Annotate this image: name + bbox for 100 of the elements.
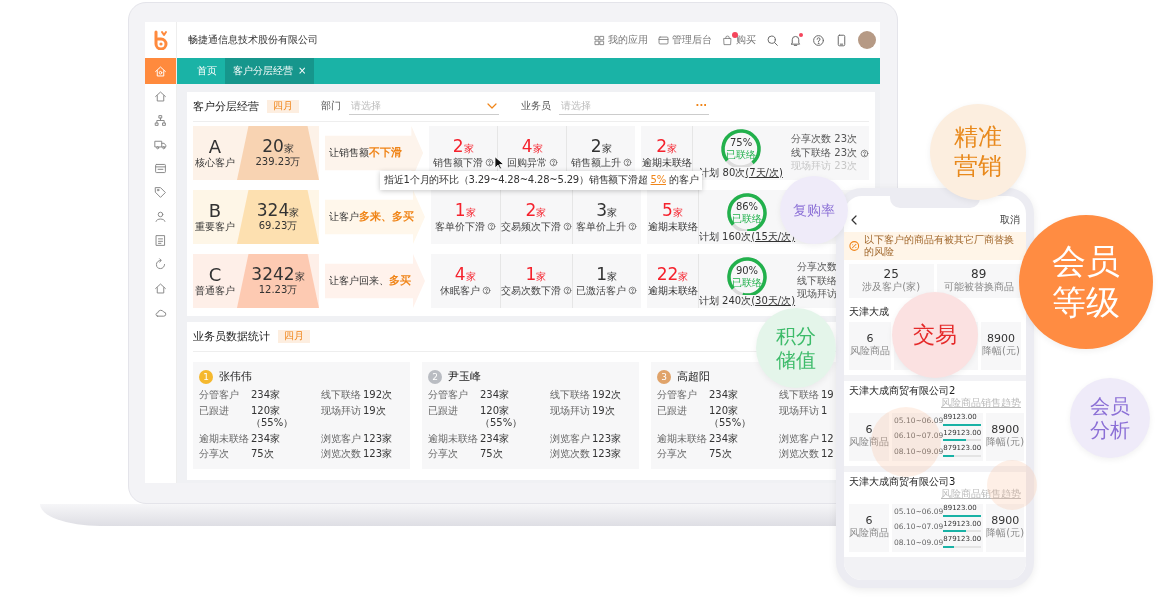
stat-label: 分享次: [199, 448, 230, 461]
tier-name: 核心客户: [195, 156, 235, 170]
stat-label: 分享次: [428, 448, 459, 461]
gauge-percent: 75%: [729, 137, 753, 149]
drop-value: 8900: [991, 424, 1020, 437]
stat-value: 89: [971, 268, 987, 282]
stat-value: 123家: [363, 432, 393, 445]
stat-label: 分管客户: [657, 389, 698, 402]
period-tag: 四月: [267, 100, 299, 113]
header-link[interactable]: 管理后台: [658, 33, 712, 47]
stat-label: 分享次: [657, 448, 688, 461]
stat-label: 现场拜访: [779, 404, 819, 418]
metric-label: 逾期未联络: [647, 220, 698, 234]
stat-label: 已跟进: [428, 404, 459, 418]
drop-value: 8900: [991, 515, 1020, 528]
stat-value: 192次: [592, 389, 622, 402]
stat-value: 234家: [251, 389, 282, 402]
metric-label: 交易频次下滑: [500, 220, 561, 234]
metric-label: 已激活客户: [576, 284, 627, 298]
filter-label: 业务员: [521, 100, 551, 113]
metric-value: 1家: [596, 264, 618, 284]
stat-label: 线下联络: [321, 389, 361, 402]
risk-label: 风险商品: [850, 345, 890, 358]
company-name: 天津大成: [849, 306, 889, 319]
stat-value: 234家: [709, 389, 740, 402]
metric-value: 4家: [454, 264, 476, 284]
amount-text: 12.23万: [258, 284, 298, 297]
rank-medal: 2: [428, 370, 442, 384]
stat-value: 120家（55%）: [709, 404, 753, 430]
stat-label: 逾期未联络: [428, 432, 478, 445]
select-field[interactable]: 请选择 ···: [559, 98, 709, 115]
stat-text: 分享次数: [797, 261, 837, 274]
tier-letter: C: [208, 264, 222, 285]
stat-value: 75次: [709, 448, 733, 461]
metric-value: 5家: [662, 200, 683, 220]
customer-count: 324家: [256, 201, 300, 221]
tier-name: 重要客户: [195, 220, 235, 234]
gauge-percent: 86%: [735, 201, 759, 213]
stat-value: 12: [821, 448, 834, 461]
metric-label: 交易次数下滑: [500, 284, 561, 298]
metric-label: 逾期未联络: [647, 284, 698, 298]
stat-label: 逾期未联络: [199, 432, 249, 445]
header-link[interactable]: 购买: [722, 33, 756, 47]
tab[interactable]: 客户分层经营 ×: [225, 58, 315, 84]
tier-name: 普通客户: [195, 284, 235, 298]
stat-value: 1: [821, 404, 829, 418]
stat-text: 线下联络: [797, 274, 837, 288]
stat-label: 可能被替换商品: [943, 281, 1014, 294]
stat-value: 75次: [251, 448, 275, 461]
stat-value: 120家（55%）: [480, 404, 524, 430]
metric-value: 4家: [521, 136, 543, 156]
stat-label: 线下联络: [550, 389, 590, 402]
filter-label: 部门: [321, 100, 341, 113]
plan-text: 计划 240次(30天/次): [698, 294, 796, 308]
risk-value: 6: [865, 515, 873, 528]
stat-text: 分享次数 23次: [791, 133, 857, 146]
stat-label: 已跟进: [657, 404, 688, 418]
stat-value: 192次: [363, 389, 393, 402]
risk-label: 风险商品: [849, 436, 889, 449]
close-button[interactable]: ×: [298, 64, 307, 78]
tab[interactable]: 首页: [189, 58, 225, 84]
company-name: 天津大成商贸有限公司2: [849, 384, 956, 397]
drop-label: 降幅(元): [986, 436, 1025, 449]
metric-label: 销售额上升: [570, 156, 621, 170]
feature-bubble: 会员 等级: [1019, 215, 1153, 349]
metric-label: 销售额下滑: [432, 156, 483, 170]
metric-value: 3家: [596, 200, 618, 220]
select-field[interactable]: 请选择: [349, 98, 499, 115]
stat-label: 现场拜访: [321, 404, 361, 418]
person-name: 张伟伟: [219, 370, 252, 384]
stat-value: 19次: [363, 404, 387, 418]
stat-value: 19: [821, 389, 834, 402]
stat-text: 现场拜访: [797, 288, 837, 301]
gauge-status: 已联络: [732, 276, 762, 289]
amount-text: 239.23万: [255, 156, 301, 169]
amount-text: 69.23万: [258, 220, 298, 233]
customer-count: 20家: [262, 137, 294, 157]
stat-label: 分管客户: [428, 389, 469, 402]
metric-label: 休眠客户: [439, 284, 480, 298]
metric-label: 客单价下滑: [434, 220, 485, 234]
period-tag: 四月: [278, 330, 310, 343]
header-link[interactable]: 我的应用: [594, 33, 648, 47]
metric-value: 22家: [656, 264, 689, 284]
stat-label: 逾期未联络: [657, 432, 707, 445]
stat-label: 涉及客户(家): [862, 281, 921, 294]
more-icon[interactable]: ···: [695, 99, 707, 113]
section-title: 客户分层经营: [193, 99, 259, 114]
drop-value: 8900: [987, 333, 1015, 346]
gauge-status: 已联络: [726, 148, 757, 161]
drop-label: 降幅(元): [986, 527, 1025, 540]
person-name: 高超阳: [677, 370, 710, 384]
metric-label: 回购异常: [506, 156, 547, 170]
gauge-status: 已联络: [732, 212, 762, 225]
metric-label: 逾期未联络: [641, 156, 692, 170]
section-title: 业务员数据统计: [193, 329, 270, 344]
cancel-link[interactable]: 取消: [1000, 213, 1020, 227]
stat-value: 12: [821, 432, 834, 445]
stat-value: 234家: [709, 432, 740, 445]
gauge-percent: 90%: [735, 265, 759, 277]
company-name: 天津大成商贸有限公司3: [849, 475, 956, 488]
